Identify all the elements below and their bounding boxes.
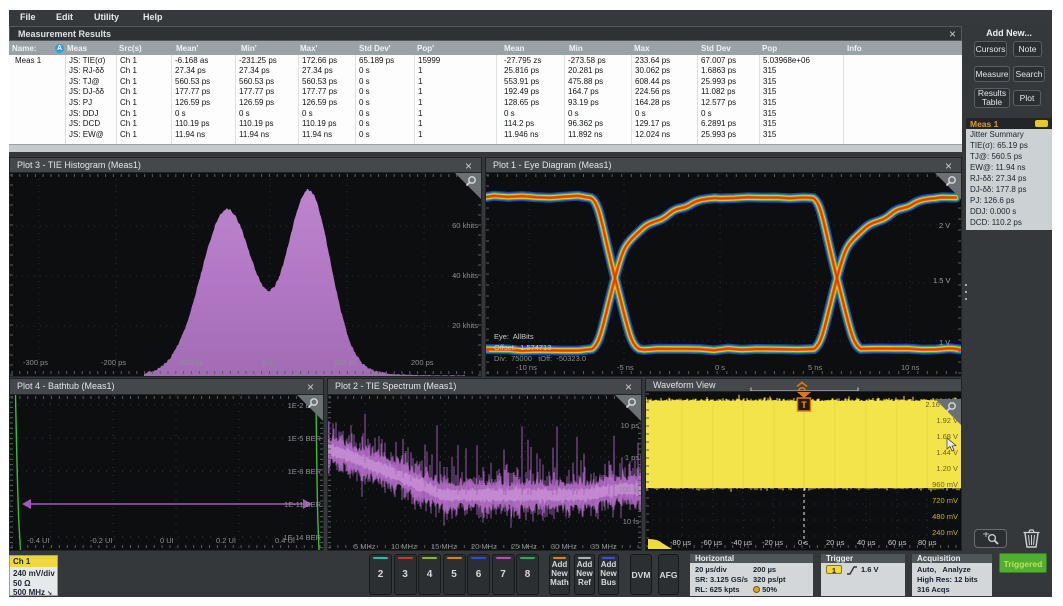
svg-text:T: T: [801, 400, 807, 410]
